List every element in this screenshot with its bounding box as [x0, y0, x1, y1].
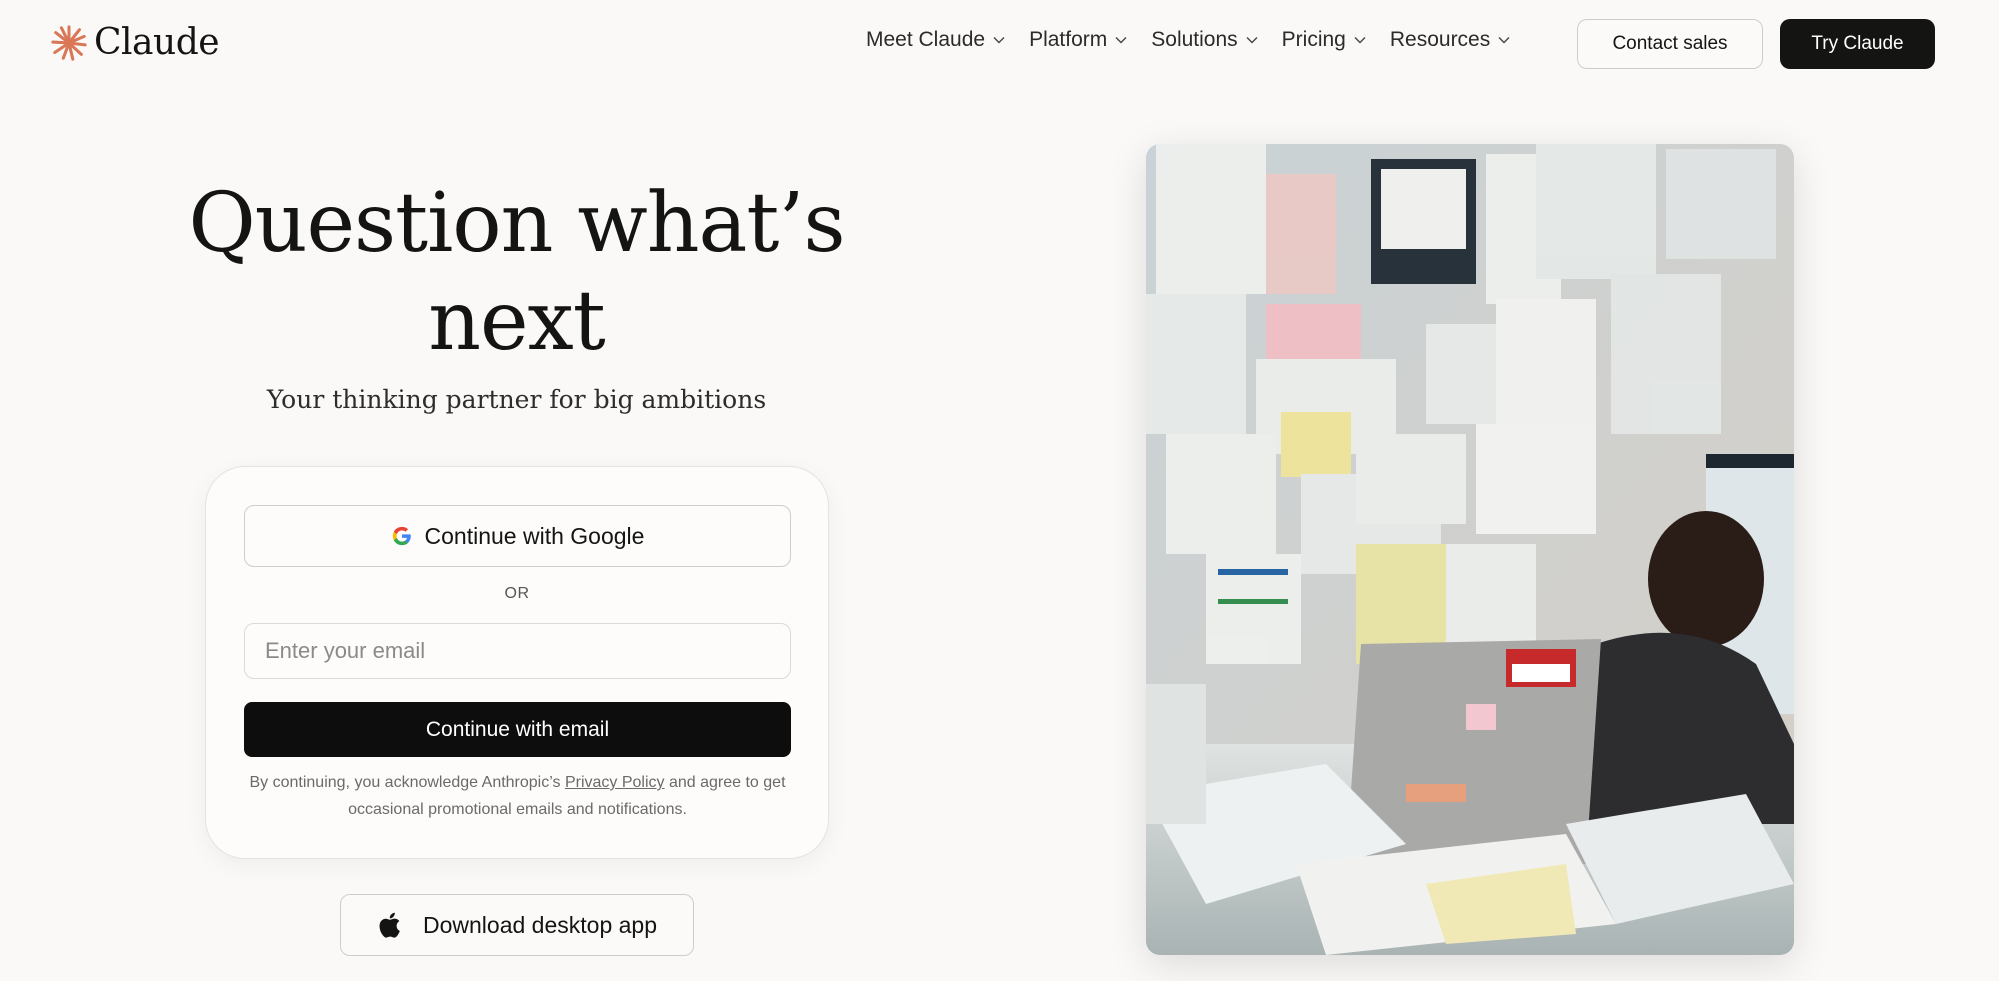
- hero-photo: [1146, 144, 1794, 955]
- headline-line-2: next: [428, 274, 606, 369]
- chevron-down-icon: [1498, 37, 1510, 44]
- privacy-policy-link[interactable]: Privacy Policy: [565, 774, 665, 791]
- hero-illustration: [1146, 144, 1794, 955]
- claude-logo[interactable]: Claude: [50, 22, 220, 63]
- nav-label: Solutions: [1151, 28, 1238, 51]
- claude-spark-icon: [51, 24, 87, 61]
- disclaimer-text-before: By continuing, you acknowledge Anthropic…: [249, 774, 565, 791]
- google-button-label: Continue with Google: [424, 522, 645, 549]
- hero-headline: Question what’s next: [150, 175, 883, 371]
- download-desktop-app-button[interactable]: Download desktop app: [340, 894, 694, 956]
- chevron-down-icon: [993, 37, 1005, 44]
- main-nav: Meet Claude Platform Solutions Pricing R…: [866, 28, 1510, 52]
- signup-disclaimer: By continuing, you acknowledge Anthropic…: [244, 769, 791, 823]
- contact-sales-button[interactable]: Contact sales: [1577, 19, 1763, 69]
- or-divider: OR: [504, 585, 530, 602]
- nav-label: Meet Claude: [866, 28, 986, 51]
- site-header: Claude Meet Claude Platform Solutions Pr…: [0, 0, 1999, 88]
- nav-solutions[interactable]: Solutions: [1151, 28, 1258, 52]
- nav-label: Platform: [1029, 28, 1108, 51]
- nav-platform[interactable]: Platform: [1029, 28, 1127, 52]
- hero-subheadline: Your thinking partner for big ambitions: [266, 385, 767, 414]
- download-button-label: Download desktop app: [423, 911, 657, 938]
- chevron-down-icon: [1246, 37, 1258, 44]
- continue-with-email-button[interactable]: Continue with email: [244, 702, 791, 757]
- signup-card: Continue with Google OR Continue with em…: [205, 466, 829, 859]
- google-icon: [392, 526, 411, 546]
- nav-resources[interactable]: Resources: [1390, 28, 1510, 52]
- chevron-down-icon: [1354, 37, 1366, 44]
- logo-text: Claude: [94, 22, 220, 63]
- nav-label: Pricing: [1281, 28, 1346, 51]
- apple-icon: [379, 912, 400, 938]
- headline-line-1: Question what’s: [188, 176, 845, 271]
- nav-pricing[interactable]: Pricing: [1282, 28, 1366, 52]
- nav-meet-claude[interactable]: Meet Claude: [866, 28, 1005, 52]
- continue-with-google-button[interactable]: Continue with Google: [244, 505, 791, 567]
- nav-label: Resources: [1389, 28, 1491, 51]
- chevron-down-icon: [1115, 37, 1127, 44]
- try-claude-button[interactable]: Try Claude: [1780, 19, 1935, 69]
- email-input[interactable]: [244, 623, 791, 679]
